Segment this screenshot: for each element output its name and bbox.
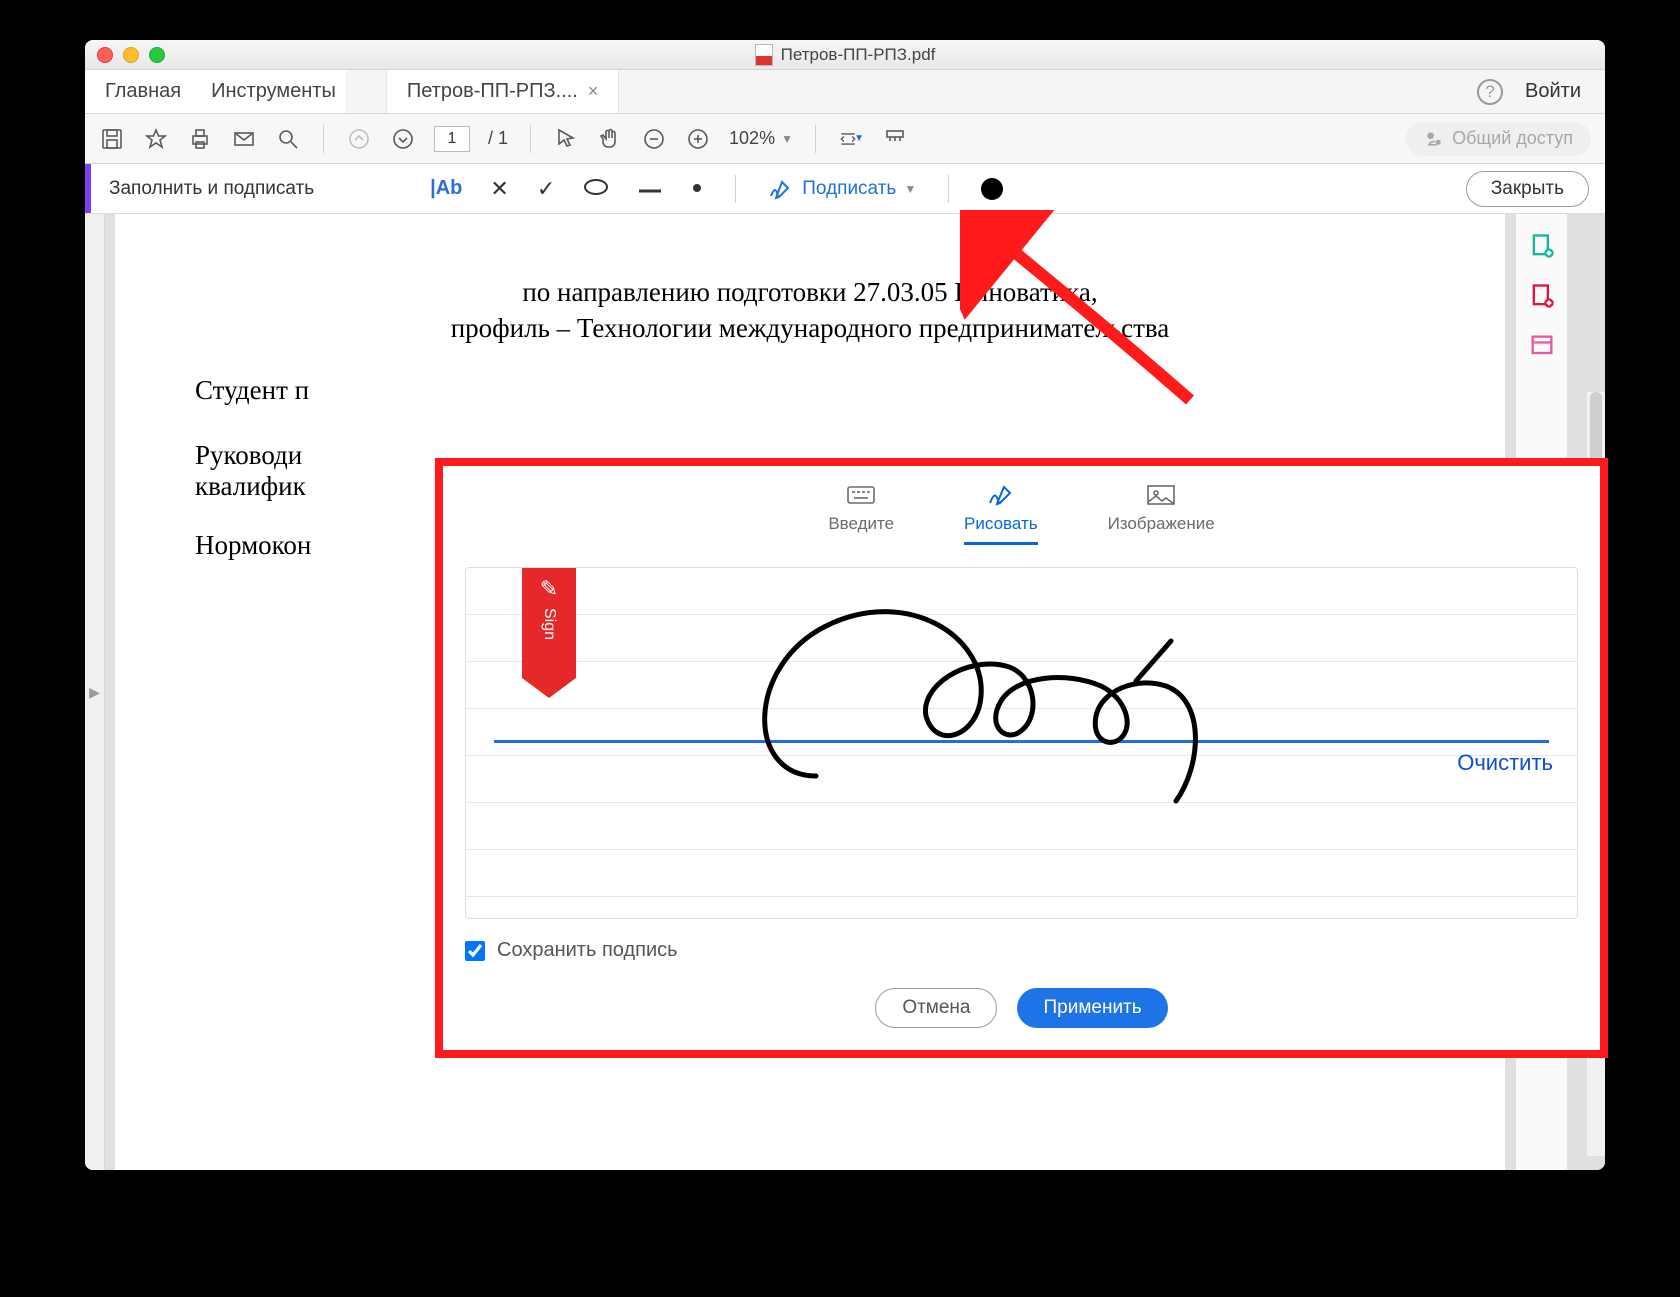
clear-signature-link[interactable]: Очистить: [1457, 750, 1553, 776]
create-pdf-icon[interactable]: [1528, 282, 1556, 310]
export-pdf-icon[interactable]: [1528, 232, 1556, 260]
signature-tab-draw[interactable]: Рисовать: [964, 482, 1038, 545]
hand-icon[interactable]: [597, 126, 623, 152]
doc-line-2: профиль – Технологии международного пред…: [451, 313, 1170, 343]
main-toolbar: / 1 102% ▼ ▼ Общий доступ: [85, 114, 1605, 164]
tabs-row: Главная Инструменты Петров-ПП-РПЗ.... × …: [85, 70, 1605, 114]
save-signature-label: Сохранить подпись: [497, 939, 678, 962]
signature-canvas[interactable]: ✎ Sign Очистить: [465, 567, 1578, 919]
caret-down-icon: ▼: [781, 132, 793, 146]
line-tool[interactable]: [637, 181, 663, 197]
window-maximize-button[interactable]: [149, 47, 165, 63]
save-icon[interactable]: [99, 126, 125, 152]
adobe-logo-icon: ✎: [540, 576, 558, 602]
doc-p2a: Руководи: [195, 440, 302, 470]
page-up-icon[interactable]: [346, 126, 372, 152]
page-total: / 1: [488, 128, 508, 149]
x-mark-tool[interactable]: ✕: [490, 176, 508, 202]
signature-tab-draw-label: Рисовать: [964, 514, 1038, 534]
titlebar: Петров-ПП-РПЗ.pdf: [85, 40, 1605, 70]
doc-line-1: по направлению подготовки 27.03.05 Иннов…: [522, 277, 1097, 307]
left-panel-toggle[interactable]: ▶: [85, 214, 105, 1170]
page-down-icon[interactable]: [390, 126, 416, 152]
fill-sign-toolbar: Заполнить и подписать |Ab ✕ ✓ Подписать …: [85, 164, 1605, 214]
signature-tab-image-label: Изображение: [1108, 514, 1215, 534]
tab-document[interactable]: Петров-ПП-РПЗ.... ×: [386, 70, 619, 113]
login-link[interactable]: Войти: [1525, 80, 1581, 103]
zoom-out-icon[interactable]: [641, 126, 667, 152]
window-close-button[interactable]: [97, 47, 113, 63]
apply-button[interactable]: Применить: [1017, 988, 1167, 1028]
color-picker[interactable]: [981, 178, 1003, 200]
sign-bookmark-label: Sign: [540, 608, 558, 640]
zoom-dropdown[interactable]: 102% ▼: [729, 128, 793, 149]
window-title: Петров-ПП-РПЗ.pdf: [781, 45, 936, 65]
star-icon[interactable]: [143, 126, 169, 152]
dot-tool[interactable]: [691, 181, 703, 197]
mail-icon[interactable]: [231, 126, 257, 152]
cancel-button[interactable]: Отмена: [875, 988, 997, 1028]
tab-document-label: Петров-ПП-РПЗ....: [407, 80, 578, 103]
text-tool[interactable]: |Ab: [430, 177, 462, 200]
tab-tools[interactable]: Инструменты: [191, 70, 346, 113]
signature-drawing: [706, 576, 1266, 806]
tab-home[interactable]: Главная: [85, 70, 191, 113]
fit-width-icon[interactable]: ▼: [838, 126, 864, 152]
circle-tool[interactable]: [583, 178, 609, 199]
share-label: Общий доступ: [1452, 128, 1573, 149]
selection-arrow-icon[interactable]: [553, 126, 579, 152]
tab-close-icon[interactable]: ×: [588, 81, 599, 102]
edit-pdf-icon[interactable]: [1528, 332, 1556, 360]
zoom-value: 102%: [729, 128, 775, 149]
help-icon[interactable]: ?: [1477, 79, 1503, 105]
doc-p2b: квалифик: [195, 471, 306, 501]
pdf-file-icon: [755, 44, 773, 66]
sign-label: Подписать: [802, 178, 896, 200]
doc-p1: Студент п: [195, 375, 1425, 406]
close-tool-button[interactable]: Закрыть: [1466, 171, 1589, 207]
sign-button[interactable]: Подписать ▼: [768, 178, 916, 200]
search-icon[interactable]: [275, 126, 301, 152]
signature-tab-type[interactable]: Введите: [828, 482, 894, 545]
caret-down-icon: ▼: [904, 182, 916, 196]
signature-dialog: Введите Рисовать Изображение ✎ Sign Очис…: [435, 458, 1608, 1058]
signature-tab-type-label: Введите: [828, 514, 894, 534]
page-number-input[interactable]: [434, 126, 470, 152]
save-signature-checkbox[interactable]: [465, 941, 485, 961]
window-minimize-button[interactable]: [123, 47, 139, 63]
sign-bookmark: ✎ Sign: [522, 568, 576, 678]
signature-tab-image[interactable]: Изображение: [1108, 482, 1215, 545]
signature-tabs: Введите Рисовать Изображение: [465, 482, 1578, 545]
fill-sign-title: Заполнить и подписать: [109, 178, 314, 200]
window-controls: [85, 47, 165, 63]
check-tool[interactable]: ✓: [537, 176, 555, 202]
page-display-icon[interactable]: [882, 126, 908, 152]
zoom-in-icon[interactable]: [685, 126, 711, 152]
share-button[interactable]: Общий доступ: [1406, 122, 1591, 156]
print-icon[interactable]: [187, 126, 213, 152]
